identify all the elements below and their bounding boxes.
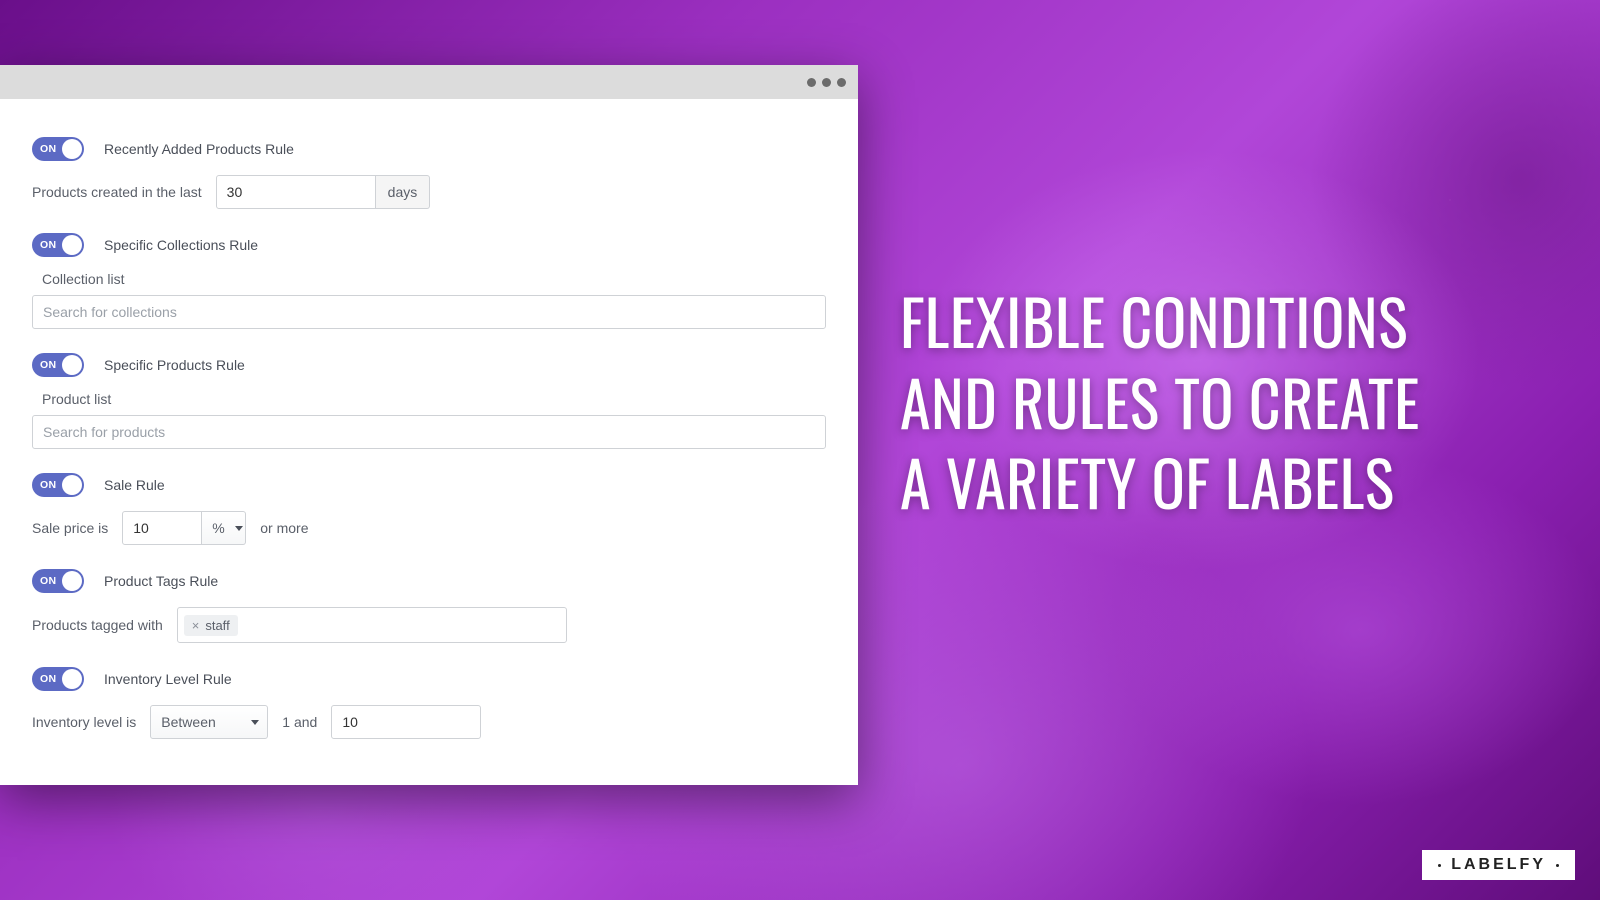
sale-value-input[interactable]	[122, 511, 202, 545]
toggle-label: ON	[40, 673, 56, 685]
recent-days-input[interactable]	[216, 175, 376, 209]
product-search-input[interactable]	[32, 415, 826, 449]
chevron-down-icon	[235, 526, 243, 531]
window-control-dot[interactable]	[807, 78, 816, 87]
toggle-sale[interactable]: ON	[32, 473, 84, 497]
toggle-product-tags[interactable]: ON	[32, 569, 84, 593]
rule-title: Inventory Level Rule	[104, 671, 232, 687]
recent-days-group: days	[216, 175, 431, 209]
sale-unit-select[interactable]: %	[202, 511, 246, 545]
toggle-label: ON	[40, 575, 56, 587]
toggle-knob	[62, 235, 82, 255]
rule-title: Product Tags Rule	[104, 573, 218, 589]
sale-suffix-label: or more	[260, 520, 308, 536]
tags-input[interactable]: × staff	[177, 607, 567, 643]
sale-value-group: %	[122, 511, 246, 545]
tags-prefix-label: Products tagged with	[32, 617, 163, 633]
toggle-specific-collections[interactable]: ON	[32, 233, 84, 257]
sale-unit-value: %	[212, 520, 224, 536]
rule-sale: ON Sale Rule Sale price is % or more	[32, 473, 826, 545]
toggle-label: ON	[40, 239, 56, 251]
rules-panel: ON Recently Added Products Rule Products…	[0, 99, 858, 759]
sale-prefix-label: Sale price is	[32, 520, 108, 536]
toggle-recently-added[interactable]: ON	[32, 137, 84, 161]
window-control-dot[interactable]	[822, 78, 831, 87]
recent-prefix-label: Products created in the last	[32, 184, 202, 200]
promo-headline: Flexible conditions and rules to create …	[900, 280, 1440, 522]
toggle-specific-products[interactable]: ON	[32, 353, 84, 377]
rule-product-tags: ON Product Tags Rule Products tagged wit…	[32, 569, 826, 643]
toggle-knob	[62, 139, 82, 159]
recent-days-unit: days	[376, 175, 431, 209]
toggle-inventory-level[interactable]: ON	[32, 667, 84, 691]
rule-inventory-level: ON Inventory Level Rule Inventory level …	[32, 667, 826, 739]
inventory-operator-select[interactable]: Between	[150, 705, 268, 739]
brand-name: LABELFY	[1451, 856, 1546, 874]
window-control-dot[interactable]	[837, 78, 846, 87]
rule-title: Specific Collections Rule	[104, 237, 258, 253]
toggle-knob	[62, 669, 82, 689]
rule-recently-added: ON Recently Added Products Rule Products…	[32, 137, 826, 209]
inventory-operator-value: Between	[161, 714, 215, 730]
inventory-prefix-label: Inventory level is	[32, 714, 136, 730]
toggle-knob	[62, 355, 82, 375]
tag-chip: × staff	[184, 615, 238, 636]
rule-title: Specific Products Rule	[104, 357, 245, 373]
collection-search-input[interactable]	[32, 295, 826, 329]
remove-tag-icon[interactable]: ×	[192, 618, 200, 633]
collection-list-label: Collection list	[42, 271, 826, 287]
product-list-label: Product list	[42, 391, 826, 407]
app-window: ON Recently Added Products Rule Products…	[0, 65, 858, 785]
rule-title: Recently Added Products Rule	[104, 141, 294, 157]
window-titlebar	[0, 65, 858, 99]
inventory-value-input[interactable]	[331, 705, 481, 739]
toggle-label: ON	[40, 359, 56, 371]
toggle-knob	[62, 571, 82, 591]
brand-badge: LABELFY	[1422, 850, 1575, 880]
rule-title: Sale Rule	[104, 477, 165, 493]
toggle-label: ON	[40, 479, 56, 491]
rule-specific-collections: ON Specific Collections Rule Collection …	[32, 233, 826, 329]
chevron-down-icon	[251, 720, 259, 725]
rule-specific-products: ON Specific Products Rule Product list	[32, 353, 826, 449]
toggle-label: ON	[40, 143, 56, 155]
tag-text: staff	[205, 618, 229, 633]
toggle-knob	[62, 475, 82, 495]
inventory-middle-label: 1 and	[282, 714, 317, 730]
